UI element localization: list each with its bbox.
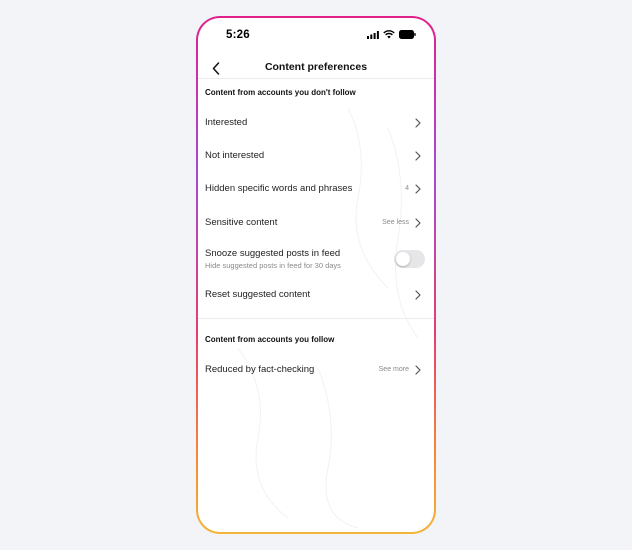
cellular-signal-icon: [367, 30, 379, 39]
battery-icon: [399, 30, 416, 39]
chevron-right-icon: [415, 218, 421, 228]
row-reset-suggested[interactable]: Reset suggested content: [198, 280, 434, 310]
row-label: Hidden specific words and phrases: [205, 183, 353, 194]
status-icons: [367, 30, 416, 39]
row-label: Sensitive content: [205, 217, 278, 228]
section-divider: [198, 318, 434, 319]
row-hidden-words[interactable]: Hidden specific words and phrases 4: [198, 174, 434, 204]
hidden-words-count: 4: [405, 185, 409, 192]
chevron-right-icon: [415, 290, 421, 300]
chevron-right-icon: [415, 184, 421, 194]
status-bar: 5:26: [198, 18, 434, 52]
wifi-icon: [383, 30, 395, 39]
chevron-right-icon: [415, 118, 421, 128]
row-not-interested[interactable]: Not interested: [198, 141, 434, 171]
row-sensitive-content[interactable]: Sensitive content See less: [198, 208, 434, 238]
row-label: Interested: [205, 117, 248, 128]
chevron-right-icon: [415, 365, 421, 375]
toggle-knob: [396, 252, 410, 266]
phone-screen: 5:26 Content preferences Content from ac…: [198, 18, 434, 532]
row-label: Reduced by fact-checking: [205, 364, 315, 375]
section-title-not-following: Content from accounts you don't follow: [205, 88, 356, 97]
header-divider: [198, 78, 434, 79]
row-label: Reset suggested content: [205, 289, 311, 300]
row-sublabel: Hide suggested posts in feed for 30 days: [205, 261, 341, 270]
row-interested[interactable]: Interested: [198, 108, 434, 138]
sensitive-content-value: See less: [382, 219, 409, 226]
row-label: Not interested: [205, 150, 265, 161]
row-label: Snooze suggested posts in feed: [205, 248, 341, 259]
page-title: Content preferences: [264, 61, 368, 73]
chevron-right-icon: [415, 151, 421, 161]
header: Content preferences: [198, 56, 434, 80]
section-title-following: Content from accounts you follow: [205, 335, 335, 344]
row-fact-checking[interactable]: Reduced by fact-checking See more: [198, 355, 434, 385]
row-snooze-suggested: Snooze suggested posts in feed Hide sugg…: [198, 242, 434, 276]
phone-frame: 5:26 Content preferences Content from ac…: [196, 16, 436, 534]
status-time: 5:26: [226, 29, 250, 41]
fact-checking-value: See more: [378, 366, 409, 373]
snooze-toggle[interactable]: [394, 250, 425, 268]
